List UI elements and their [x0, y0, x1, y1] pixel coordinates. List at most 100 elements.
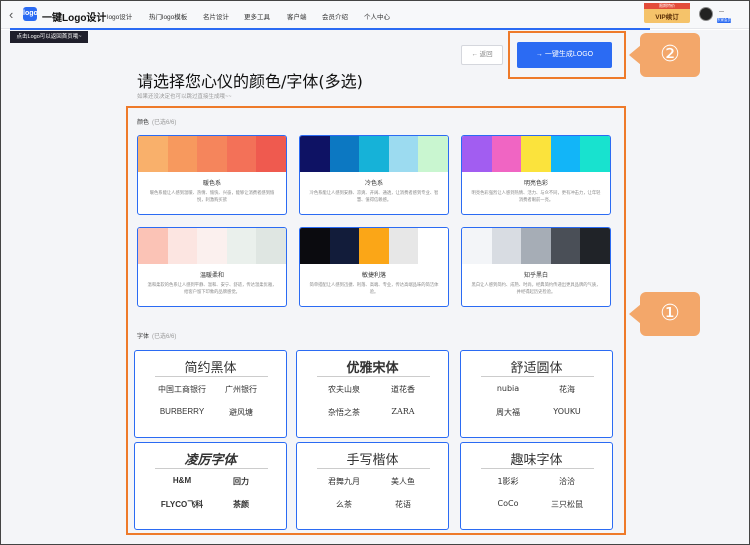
color-swatch [491, 136, 522, 172]
color-swatch [256, 136, 286, 172]
font-style-name: 舒适圆体 [510, 361, 563, 376]
color-swatch [256, 228, 286, 264]
color-scheme-description: 暖色系能让人感到温暖、热情、愉快、兴奋，能够让消费者感到愉悦，刺激购买欲 [149, 190, 275, 202]
font-style-name: 趣味字体 [510, 453, 563, 468]
page-title: 请选择您心仪的颜色/字体(多选) [137, 72, 363, 91]
font-card-divider [155, 468, 268, 469]
color-swatch [359, 228, 389, 264]
vip-renew-button[interactable]: 限期特价 VIP续订 [644, 3, 690, 23]
color-scheme-name: 明亮色彩 [523, 181, 548, 187]
color-swatch [388, 228, 419, 264]
font-card-divider [481, 468, 594, 469]
font-sample-brand: ZARA [391, 407, 415, 416]
color-scheme-description: 黑白让人感到简约、成熟、时尚，经典简约传递出更具品牌的气质，并经得起历史检验。 [471, 282, 601, 294]
color-scheme-name: 暖色系 [202, 181, 221, 187]
nav-item-more-tools[interactable]: 更多工具 [244, 11, 270, 21]
color-swatch [462, 228, 492, 264]
color-swatch [197, 228, 227, 264]
font-card-divider [317, 376, 430, 377]
font-card-divider [481, 376, 594, 377]
font-style-card[interactable]: 趣味字体 1影彩 洽洽 CoCo 三只松鼠 [460, 442, 613, 530]
font-sample-brand: 美人鱼 [391, 477, 415, 486]
color-swatch [462, 136, 492, 172]
color-swatch [359, 136, 389, 172]
color-swatch [197, 136, 227, 172]
color-swatch [491, 228, 522, 264]
font-sample-brand: 么茶 [336, 500, 352, 509]
color-swatch [418, 228, 448, 264]
font-style-card[interactable]: 简约黑体 中国工商银行 广州银行 BURBERRY 避风塘 [134, 350, 287, 438]
nav-item-hot-templates[interactable]: 热门logo模板 [149, 11, 187, 21]
nav-item-card-design[interactable]: 名片设计 [203, 11, 229, 21]
font-style-card[interactable]: 优雅宋体 农夫山泉 道花香 杂悟之茶 ZARA [296, 350, 449, 438]
color-scheme-description: 温和柔软的色系让人感到平静、温和、安宁、舒适，传达温柔优雅，给客户留下印象的品牌… [147, 282, 277, 294]
color-swatch [521, 228, 551, 264]
font-sample-brand: FLYCO飞科 [160, 500, 204, 509]
nav-item-personal-center[interactable]: 个人中心 [364, 11, 390, 21]
color-swatch [300, 136, 330, 172]
color-swatch [388, 136, 419, 172]
account-menu-icon[interactable]: — [719, 9, 724, 15]
color-swatch [138, 136, 168, 172]
callout-two: ② [640, 33, 700, 77]
nav-item-membership[interactable]: 会员介绍 [322, 11, 348, 21]
fonts-section-label: 字体 (已选6/6) [137, 331, 176, 340]
color-swatch-strip [138, 228, 286, 264]
account-badge: 东家会员 [717, 18, 731, 23]
color-swatch [300, 228, 330, 264]
generate-logo-button[interactable]: → 一键生成LOGO [517, 42, 612, 68]
colors-selected-count: (已选6/6) [152, 120, 177, 126]
color-scheme-card[interactable]: 敏捷利落 简单搭配让人感到迅捷、利落、高端、专业，传达高端品味的简洁体验。 [299, 227, 449, 307]
font-sample-brand: 茶颜 [233, 500, 249, 509]
color-scheme-card[interactable]: 暖色系暖色系能让人感到温暖、热情、愉快、兴奋，能够让消费者感到愉悦，刺激购买欲 [137, 135, 287, 215]
font-style-name: 优雅宋体 [346, 361, 399, 376]
color-scheme-card[interactable]: 温暖柔和 温和柔软的色系让人感到平静、温和、安宁、舒适，传达温柔优雅，给客户留下印… [137, 227, 287, 307]
font-sample-brand: 君舞九月 [328, 477, 360, 486]
color-scheme-card[interactable]: 明亮色彩 明亮色彩强烈让人感到热情、活力、与众不同，更有冲击力，让年轻消费者眼前一… [461, 135, 611, 215]
font-style-card[interactable]: 手写楷体君舞九月 美人鱼么茶 花语 [296, 442, 449, 530]
font-sample-brand: 中国工商银行 [158, 385, 206, 394]
nav-item-client[interactable]: 客户端 [287, 11, 307, 21]
page-subtitle: 如果还没决定也可以跳过直接生成哦~~ [137, 94, 232, 100]
color-scheme-card[interactable]: 冷色系 冷色系能让人感到安静、凉爽、开阔、通透，让消费者感到专业、智慧、值得信赖感… [299, 135, 449, 215]
font-style-name: 凌厉字体 [184, 452, 237, 467]
color-swatch-strip [300, 228, 448, 264]
color-swatch [550, 136, 581, 172]
font-sample-brand: 洽洽 [559, 477, 575, 486]
font-sample-brand: 周大福 [496, 408, 520, 417]
font-sample-brand: 花语 [395, 500, 411, 509]
font-style-card[interactable]: 凌厉字体 H&M 回力 FLYCO飞科 茶颜 [134, 442, 287, 530]
back-button[interactable]: ← 返回 [461, 45, 503, 65]
font-sample-brand: YOUKU [553, 407, 581, 416]
font-sample-brand: 1影彩 [497, 477, 519, 486]
avatar[interactable] [699, 7, 713, 21]
callout-two-number: ② [660, 42, 680, 67]
color-swatch [167, 228, 198, 264]
font-style-name: 手写楷体 [346, 452, 399, 467]
color-scheme-card[interactable]: 知乎黑白 黑白让人感到简约、成熟、时尚，经典简约传递出更具品牌的气质，并经得起历史… [461, 227, 611, 307]
color-swatch-strip [462, 136, 610, 172]
nav-item-logo-design[interactable]: logo设计 [107, 11, 132, 21]
brand-logo-icon[interactable]: logo [23, 7, 38, 21]
font-sample-brand: 花海 [559, 385, 575, 394]
color-swatch-strip [300, 136, 448, 172]
font-style-card[interactable]: 舒适圆体 nubia 花海 周大福 YOUKU [460, 350, 613, 438]
font-sample-brand: 回力 [233, 477, 249, 486]
font-sample-brand: 广州银行 [225, 385, 257, 394]
brand-name[interactable]: 一键Logo设计 [42, 9, 106, 24]
color-swatch [521, 136, 551, 172]
color-scheme-description: 冷色系能让人感到安静、凉爽、开阔、通透，让消费者感到专业、智慧、值得信赖感。 [309, 190, 439, 202]
color-swatch [418, 136, 448, 172]
color-swatch [580, 228, 610, 264]
color-swatch [580, 136, 610, 172]
color-swatch [226, 228, 257, 264]
callout-one: ① [640, 292, 700, 336]
font-sample-brand: 避风塘 [229, 408, 253, 417]
color-swatch [550, 228, 581, 264]
fonts-selected-count: (已选6/6) [152, 334, 177, 340]
chevron-left-icon[interactable]: ‹ [9, 7, 13, 22]
color-scheme-description: 简单搭配让人感到迅捷、利落、高端、专业，传达高端品味的简洁体验。 [309, 282, 439, 294]
color-swatch-strip [462, 228, 610, 264]
font-sample-brand: 道花香 [391, 385, 415, 394]
font-sample-brand: 杂悟之茶 [328, 408, 360, 417]
